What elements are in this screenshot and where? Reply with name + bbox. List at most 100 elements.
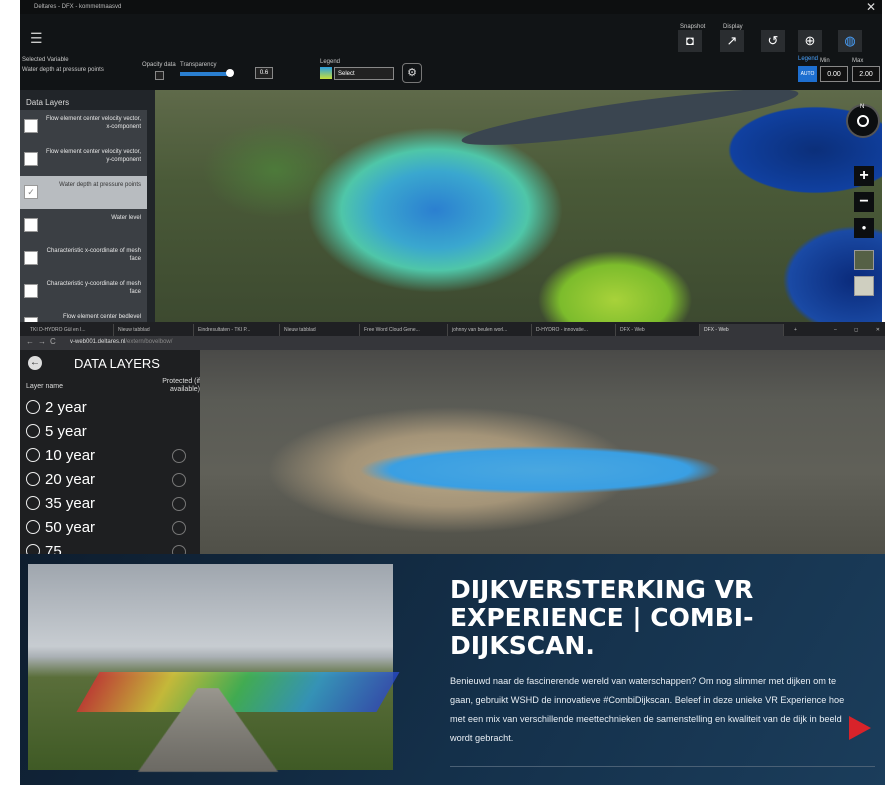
layer-checkbox[interactable] [24,218,38,232]
compass-icon[interactable]: N [846,104,880,138]
globe-icon[interactable]: ◍ [838,30,862,52]
data-layers-title: Data Layers [26,98,70,107]
basemap-thumbnail[interactable] [854,250,874,270]
min-value-input[interactable]: 0.00 [820,66,848,82]
undo-icon[interactable]: ↺ [761,30,785,52]
layer-label: Characteristic y-coordinate of mesh face [46,281,141,295]
radio-icon[interactable] [26,472,40,486]
layer-row[interactable]: Flow element center velocity vector, x-c… [20,110,147,143]
protected-radio-icon[interactable] [172,497,186,511]
data-layers-panel: Data Layers Flow element center velocity… [20,90,155,322]
scan-overlay [76,672,400,712]
layer-row-selected[interactable]: ✓ Water depth at pressure points [20,176,147,209]
camera-icon[interactable]: ◘ [678,30,702,52]
card-title: DIJKVERSTERKING VR EXPERIENCE | COMBI-DI… [450,575,754,660]
dfx-toolbar: ☰ Selected Variable Water depth at press… [20,14,882,90]
protected-radio-icon[interactable] [172,545,186,554]
browser-tab[interactable]: Eindresultaten - TKI P... [194,324,280,336]
dfx-app-window: Deltares - DFX - kommetmaasvd ✕ ☰ Select… [20,0,882,322]
zoom-in-button[interactable]: + [854,166,874,186]
legend-select[interactable]: Select [334,67,394,80]
zoom-out-button[interactable]: − [854,192,874,212]
close-icon[interactable]: ✕ [866,0,876,14]
compass-north-label: N [860,104,865,110]
checkmark-icon[interactable]: ✓ [24,185,38,199]
layer-row[interactable]: Flow element center velocity vector, y-c… [20,143,147,176]
browser-tab[interactable]: Nieuw tabblad [114,324,194,336]
layer-radio-row[interactable]: 50 year [26,519,186,541]
window-controls-icon[interactable]: – ◻ ✕ [830,324,880,336]
legend-swatch [320,67,332,79]
3d-city-flood-view[interactable] [200,350,885,554]
opacity-checkbox[interactable] [155,71,164,80]
radio-icon[interactable] [26,520,40,534]
expand-arrow-icon[interactable]: ↗ [720,30,744,52]
layer-radio-row[interactable]: 10 year [26,447,186,469]
layer-label: Flow element center velocity vector, x-c… [45,116,141,130]
browser-tab[interactable]: Nieuw tabblad [280,324,360,336]
layer-checkbox[interactable] [24,284,38,298]
min-label: Min [820,58,830,64]
new-tab-icon[interactable]: + [790,324,802,336]
layer-label: Water level [111,215,141,221]
legend-right-label: Legend [798,56,819,62]
max-label: Max [852,58,864,64]
layer-radio-row[interactable]: 75 [26,543,186,554]
back-arrow-icon[interactable]: ← [28,356,42,370]
settings-icon[interactable]: ⚙ [402,63,422,83]
radio-icon[interactable] [26,424,40,438]
transparency-label: Transparency [180,62,217,68]
column-protected: Protected (if available) [162,378,200,393]
compass-ring [857,115,869,127]
navigation-icons[interactable]: ←→C [26,337,60,346]
protected-radio-icon[interactable] [172,473,186,487]
browser-tab[interactable]: D-HYDRO - innovatie... [532,324,616,336]
browser-window: TKI D-HYDRO Gül en I... Nieuw tabblad Ei… [20,322,885,554]
layer-checkbox[interactable] [24,251,38,265]
transparency-slider-handle[interactable] [226,69,234,77]
menu-icon[interactable]: ☰ [30,30,43,47]
max-value-input[interactable]: 2.00 [852,66,880,82]
layer-radio-row[interactable]: 20 year [26,471,186,493]
crosshair-icon[interactable]: ⊕ [798,30,822,52]
radio-icon[interactable] [26,544,40,554]
layer-radio-row[interactable]: 2 year [26,399,87,421]
layer-row[interactable]: Flow element center bedlevel [20,308,147,322]
url-path: /extern/bovelbow/ [125,339,173,345]
layer-radio-row[interactable]: 35 year [26,495,186,517]
url-field[interactable]: v-web001.deltares.nl/extern/bovelbow/ [70,339,172,345]
browser-tab-active[interactable]: DFX - Web [700,324,784,336]
divider [450,766,875,767]
browser-tab[interactable]: johnny van beulen worl... [448,324,532,336]
legend-label: Legend [320,59,341,65]
browser-tab[interactable]: Free Word Cloud Gene... [360,324,448,336]
browser-tab[interactable]: TKI D-HYDRO Gül en I... [26,324,114,336]
locate-button[interactable]: ● [854,218,874,238]
vr-experience-card: DIJKVERSTERKING VR EXPERIENCE | COMBI-DI… [20,554,885,785]
selected-variable-value[interactable]: Water depth at pressure points [22,67,104,73]
layer-year-label: 75 [45,543,62,554]
protected-radio-icon[interactable] [172,449,186,463]
layer-year-label: 5 year [45,423,87,440]
layer-checkbox[interactable] [24,119,38,133]
selected-variable-label: Selected Variable [22,57,69,63]
radio-icon[interactable] [26,496,40,510]
radio-icon[interactable] [26,400,40,414]
window-title: Deltares - DFX - kommetmaasvd [20,0,882,14]
browser-tab[interactable]: DFX - Web [616,324,700,336]
layer-year-label: 20 year [45,471,96,488]
layer-row[interactable]: Water level [20,209,147,242]
layer-checkbox[interactable] [24,152,38,166]
layer-row[interactable]: Characteristic y-coordinate of mesh face [20,275,147,308]
layer-radio-row[interactable]: 5 year [26,423,87,445]
layer-row[interactable]: Characteristic x-coordinate of mesh face [20,242,147,275]
browser-tab-strip: TKI D-HYDRO Gül en I... Nieuw tabblad Ei… [20,322,885,336]
radio-icon[interactable] [26,448,40,462]
auto-button[interactable]: AUTO [798,66,817,82]
transparency-slider[interactable] [180,72,232,76]
protected-radio-icon[interactable] [172,521,186,535]
column-layer-name: Layer name [26,383,63,390]
transparency-value[interactable]: 0.6 [255,67,273,79]
basemap-thumbnail[interactable] [854,276,874,296]
next-arrow-icon[interactable] [849,716,871,740]
